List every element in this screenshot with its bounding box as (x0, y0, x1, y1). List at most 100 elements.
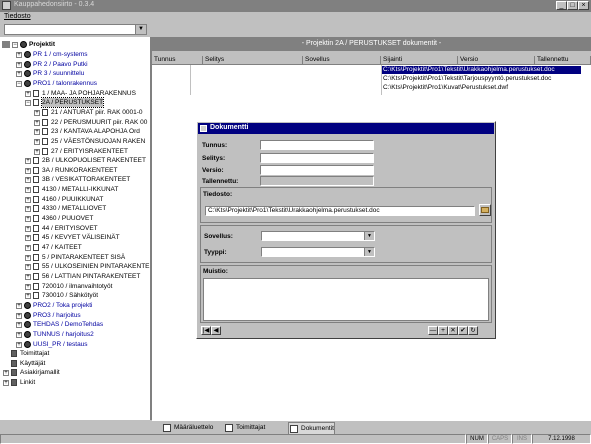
expand-icon[interactable]: + (16, 322, 22, 329)
dialog-title: Dokumentti (210, 124, 249, 131)
expand-icon[interactable]: + (16, 52, 22, 58)
delete-record-button[interactable]: — (428, 326, 438, 335)
refresh-button[interactable]: ↻ (468, 326, 478, 335)
col-header-tunnus[interactable]: Tunnus (152, 56, 203, 65)
col-header-sovellus[interactable]: Sovellus (303, 56, 381, 65)
project-icon (24, 301, 31, 309)
tree-item-label: 1 / MAA- JA POHJARAKENNUS (42, 89, 136, 97)
expand-icon[interactable]: + (16, 302, 22, 309)
col-header-selitys[interactable]: Selitys (203, 56, 303, 65)
col-header-sijainti[interactable]: Sijainti (381, 56, 458, 65)
maximize-button[interactable]: □ (567, 1, 578, 10)
expand-icon[interactable]: + (25, 245, 31, 251)
document-icon (33, 166, 39, 174)
close-button[interactable]: × (578, 1, 589, 10)
document-icon (42, 137, 48, 145)
col-header-versio[interactable]: Versio (458, 56, 535, 65)
expand-icon[interactable]: + (16, 71, 22, 78)
expand-icon[interactable]: + (25, 216, 31, 223)
tree-item-label: Linkit (20, 379, 36, 387)
muistio-textarea[interactable] (203, 278, 489, 321)
expand-icon[interactable]: + (25, 293, 31, 300)
expand-icon[interactable]: + (16, 312, 22, 319)
add-record-button[interactable]: + (438, 326, 448, 335)
window-title: Kauppahedonsiirto - 0.3.4 (14, 1, 95, 8)
project-tree[interactable]: − Projektit + PR 1 / cm-systems + PR 2 / Pa… (0, 37, 152, 420)
expand-icon[interactable]: + (16, 331, 22, 338)
expand-icon[interactable]: + (34, 119, 40, 126)
expand-icon[interactable]: + (25, 187, 31, 194)
tree-item-label: 5 / PINTARAKENTEET SISÄ (42, 253, 126, 261)
document-icon (33, 253, 39, 261)
date-indicator: 7.12.1998 (532, 434, 591, 444)
menu-file[interactable]: Tiedosto (4, 13, 31, 20)
document-icon (33, 282, 39, 290)
versio-field[interactable] (260, 165, 374, 175)
post-edit-button[interactable]: ✔ (458, 326, 468, 335)
tab-maaraluettelo[interactable]: Määräluettelo (162, 422, 213, 434)
expand-icon[interactable]: + (25, 196, 31, 203)
collapse-icon[interactable]: − (25, 100, 31, 107)
expand-icon[interactable]: + (25, 90, 31, 97)
expand-icon[interactable]: + (34, 129, 40, 136)
prev-record-button[interactable]: ◀ (211, 326, 221, 335)
document-icon (33, 244, 39, 251)
expand-icon[interactable]: + (34, 109, 40, 116)
tab-toimittajat[interactable]: Toimittajat (224, 422, 265, 434)
file-path-field[interactable]: C:\Kts\Projektit\Pro1\Tekstit\Urakkaohje… (205, 206, 475, 216)
tree-item-label: 4360 / PUUOVET (42, 215, 94, 223)
minimize-button[interactable]: _ (556, 1, 567, 10)
tree-item-label: 2B / ULKOPUOLISET RAKENTEET (42, 157, 146, 165)
tyyppi-select[interactable]: ▼ (261, 247, 375, 257)
chevron-down-icon[interactable]: ▼ (364, 248, 374, 256)
chevron-down-icon[interactable]: ▼ (364, 232, 374, 240)
expand-icon[interactable]: + (25, 158, 31, 165)
selitys-field[interactable] (260, 153, 374, 163)
tree-root-label: Projektit (29, 41, 56, 48)
table-row[interactable]: C:\Kts\Projektit\Pro1\Tekstit\Tarjouspyy… (382, 75, 581, 83)
table-row[interactable]: C:\Kts\Projektit\Pro1\Kuvat\Perustukset.… (382, 84, 581, 92)
project-filter-combo[interactable]: ▼ (4, 24, 147, 35)
tree-item-label: 45 / KEVYET VÄLISEINÄT (42, 234, 120, 242)
tree-item-label: 4330 / METALLIOVET (42, 205, 107, 213)
tree-item-label: 720010 / ilmanvaihtotyöt (42, 282, 113, 290)
expand-icon[interactable]: + (16, 61, 22, 68)
expand-icon[interactable]: + (16, 341, 22, 348)
chevron-down-icon[interactable]: ▼ (135, 25, 146, 34)
sovellus-select[interactable]: ▼ (261, 231, 375, 241)
collapse-icon[interactable]: − (12, 42, 18, 48)
expand-icon[interactable]: + (25, 167, 31, 174)
expand-icon[interactable]: + (25, 206, 31, 213)
tallennettu-field (260, 176, 374, 186)
tunnus-field[interactable] (260, 140, 374, 150)
expand-icon[interactable]: + (25, 254, 31, 261)
expand-icon[interactable]: + (3, 380, 9, 387)
expand-icon[interactable]: + (25, 283, 31, 290)
table-row[interactable]: C:\Kts\Projektit\Pro1\Tekstit\Urakkaohje… (382, 66, 581, 74)
col-header-tallennettu[interactable]: Tallennettu (535, 56, 591, 65)
expand-icon[interactable]: + (3, 370, 9, 377)
expand-icon[interactable]: + (34, 138, 40, 145)
versio-label: Versio: (202, 167, 224, 174)
expand-icon[interactable]: + (25, 225, 31, 232)
collapse-icon[interactable]: − (16, 80, 22, 87)
expand-icon[interactable]: + (25, 264, 31, 271)
expand-icon[interactable]: + (34, 148, 40, 155)
tree-item-label: 27 / ERITYISRAKENTEET (51, 147, 128, 155)
status-bar: NUM CAPS INS 7.12.1998 (0, 434, 591, 444)
cancel-edit-button[interactable]: ✕ (448, 326, 458, 335)
tunnus-label: Tunnus: (202, 142, 228, 149)
browse-button[interactable] (479, 204, 491, 216)
expand-icon[interactable]: + (25, 235, 31, 242)
tiedosto-label: Tiedosto: (203, 191, 233, 198)
tiedosto-group: Tiedosto: C:\Kts\Projektit\Pro1\Tekstit\… (200, 187, 492, 223)
expand-icon[interactable]: + (25, 177, 31, 184)
expand-icon[interactable]: + (25, 273, 31, 280)
network-icon (2, 41, 10, 48)
dialog-title-bar[interactable]: Dokumentti (198, 123, 494, 134)
document-icon (33, 186, 39, 194)
tree-item-label: PRO1 / talonrakennus (33, 79, 97, 87)
tree-item-label: TUNNUS / harjoitus2 (33, 330, 94, 338)
tree-item-label: 2A / PERUSTUKSET (40, 97, 105, 109)
first-record-button[interactable]: |◀ (201, 326, 211, 335)
